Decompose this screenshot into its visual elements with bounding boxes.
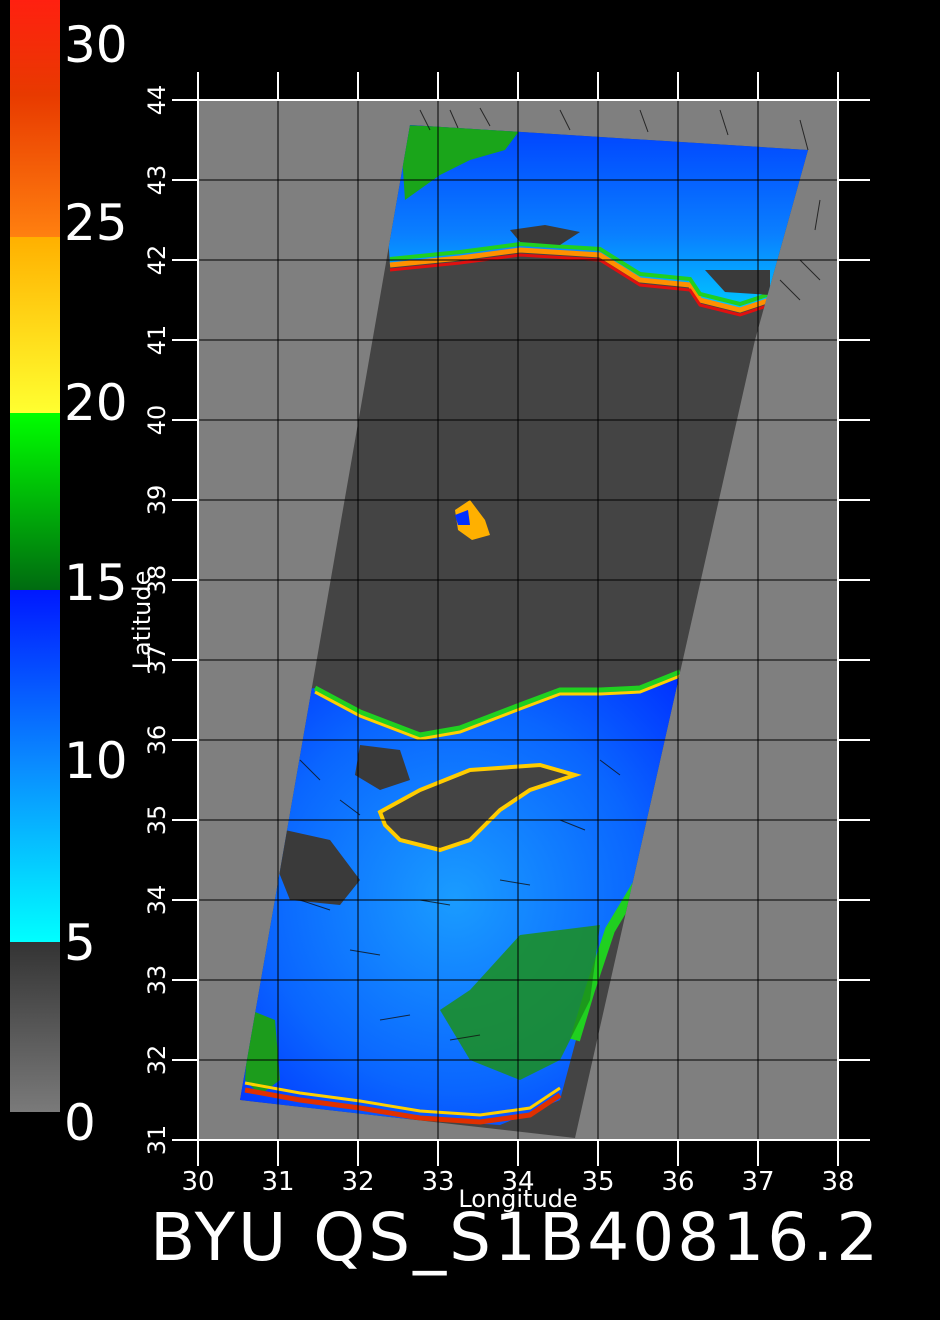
lon-tick-label: 37 xyxy=(741,1167,774,1197)
colorbar-label: 0 xyxy=(64,1094,96,1152)
colorbar-segment-25-30 xyxy=(10,0,60,237)
colorbar xyxy=(10,0,60,1112)
lat-tick-label: 31 xyxy=(143,1125,171,1156)
lon-tick-label: 35 xyxy=(581,1167,614,1197)
lat-tick-label: 35 xyxy=(143,805,171,836)
y-axis-label: Latitude xyxy=(128,571,156,670)
colorbar-segment-15-20 xyxy=(10,413,60,590)
lat-tick-label: 41 xyxy=(143,325,171,356)
colorbar-label: 10 xyxy=(64,732,128,790)
lat-tick-label: 43 xyxy=(143,165,171,196)
lat-tick-label: 40 xyxy=(143,405,171,436)
colorbar-label: 15 xyxy=(64,554,128,612)
colorbar-segment-5-15 xyxy=(10,590,60,942)
lon-tick-label: 36 xyxy=(661,1167,694,1197)
map-figure: 30 25 20 15 10 5 0 30 31 32 33 34 35 36 … xyxy=(10,0,870,1213)
lat-tick-label: 34 xyxy=(143,885,171,916)
lon-tick-label: 33 xyxy=(421,1167,454,1197)
lat-tick-label: 39 xyxy=(143,485,171,516)
colorbar-segment-0-5 xyxy=(10,942,60,1112)
colorbar-label: 5 xyxy=(64,914,96,972)
lon-tick-label: 31 xyxy=(261,1167,294,1197)
image-title: BYU QS_S1B40816.2 xyxy=(150,1199,882,1276)
lat-tick-label: 42 xyxy=(143,245,171,276)
lat-tick-label: 36 xyxy=(143,725,171,756)
lat-tick-label: 33 xyxy=(143,965,171,996)
colorbar-labels: 30 25 20 15 10 5 0 xyxy=(64,16,128,1152)
colorbar-label: 20 xyxy=(64,374,128,432)
lat-tick-label: 32 xyxy=(143,1045,171,1076)
lon-tick-label: 32 xyxy=(341,1167,374,1197)
colorbar-label: 25 xyxy=(64,194,128,252)
colorbar-segment-20-25 xyxy=(10,237,60,413)
lon-tick-label: 38 xyxy=(821,1167,854,1197)
colorbar-label: 30 xyxy=(64,16,128,74)
lon-tick-label: 30 xyxy=(181,1167,214,1197)
lat-tick-label: 44 xyxy=(143,85,171,116)
